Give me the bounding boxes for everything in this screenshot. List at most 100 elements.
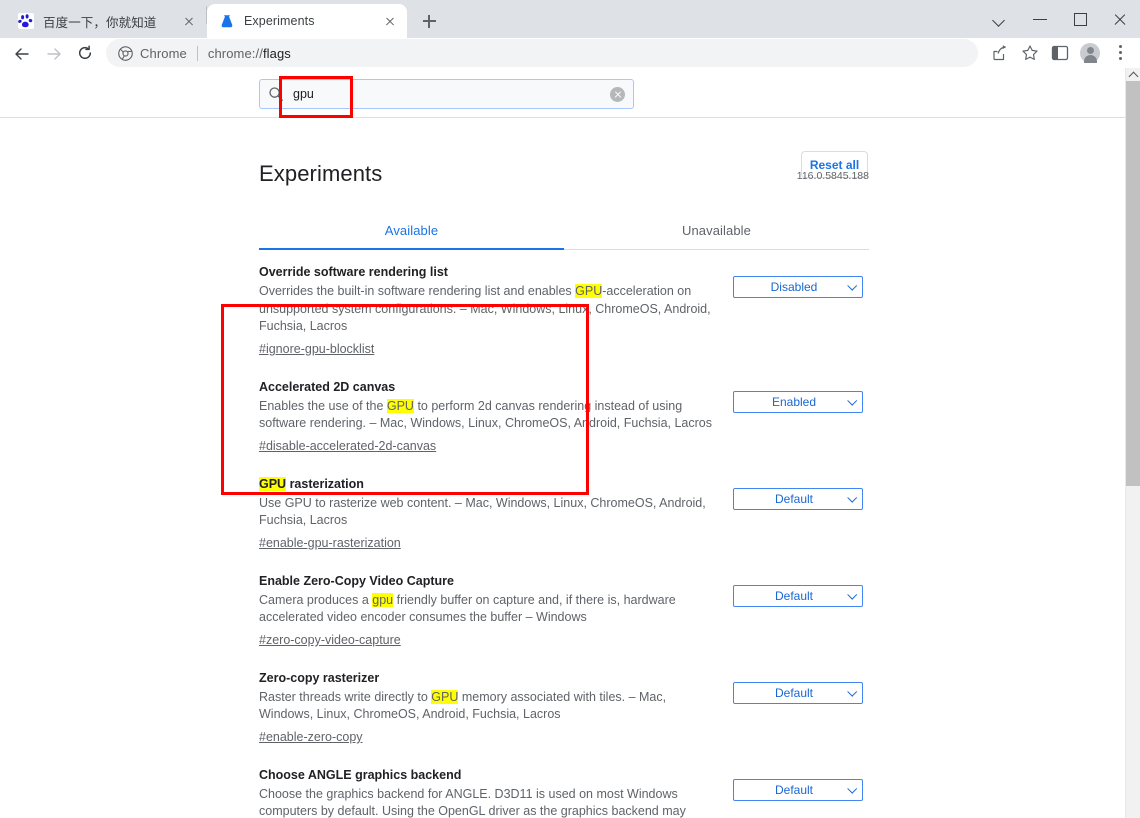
page-title: Experiments [259, 160, 383, 186]
page-title-row: Experiments 116.0.5845.188 [259, 146, 869, 201]
flag-permalink[interactable]: #enable-zero-copy [259, 729, 363, 746]
close-icon[interactable] [180, 12, 198, 30]
omnibox-divider [196, 45, 198, 61]
flag-name: Enable Zero-Copy Video Capture [259, 573, 454, 588]
flag-row: Zero-copy rasterizer Raster threads write… [259, 656, 869, 753]
flags-search-header: Reset all [0, 68, 1140, 178]
flag-text: Accelerated 2D canvas Enables the use of … [259, 379, 719, 455]
flag-name: Zero-copy rasterizer [259, 670, 380, 685]
flag-control: DefaultEnabledDisabled [719, 264, 869, 299]
flag-select-wrapper: DefaultEnabledDisabled [733, 778, 863, 801]
bookmark-star-icon[interactable] [1016, 39, 1044, 67]
flag-select-wrapper: DefaultEnabledDisabled [733, 276, 863, 299]
chrome-badge-label: Chrome [140, 45, 187, 61]
reload-icon [77, 45, 93, 61]
browser-window: 百度一下，你就知道 Experiments Chrome chrome://fl… [0, 0, 1140, 818]
chrome-badge: Chrome [118, 46, 187, 61]
back-button[interactable] [6, 38, 36, 68]
flag-select-wrapper: DefaultEnabledDisabled [733, 584, 863, 607]
close-window-icon[interactable] [1100, 0, 1140, 38]
flag-description: Overrides the built-in software renderin… [259, 284, 711, 334]
search-icon [268, 86, 284, 102]
maximize-icon[interactable] [1060, 0, 1100, 38]
flag-select[interactable]: DefaultEnabledDisabled [733, 778, 863, 801]
scrollbar-thumb[interactable] [1126, 81, 1140, 486]
flags-tablist: Available Unavailable [259, 223, 869, 251]
flag-description: Use GPU to rasterize web content. – Mac,… [259, 495, 706, 528]
flag-text: Choose ANGLE graphics backend Choose the … [259, 767, 719, 818]
flag-permalink[interactable]: #enable-gpu-rasterization [259, 535, 401, 552]
flag-name: Override software rendering list [259, 265, 448, 280]
window-controls [980, 0, 1140, 38]
tab-experiments[interactable]: Experiments [207, 4, 407, 38]
chrome-logo-icon [118, 45, 133, 61]
flag-control: DefaultEnabledDisabled [719, 573, 869, 607]
forward-button[interactable] [38, 38, 68, 68]
flag-name: Accelerated 2D canvas [259, 379, 396, 394]
flag-text: Zero-copy rasterizer Raster threads write… [259, 670, 719, 746]
flag-row: Enable Zero-Copy Video Capture Camera pro… [259, 559, 869, 656]
flag-control: DefaultEnabledDisabled [719, 670, 869, 704]
flag-permalink[interactable]: #ignore-gpu-blocklist [259, 341, 374, 358]
tab-title: 百度一下，你就知道 [43, 15, 157, 30]
flag-row: Choose ANGLE graphics backend Choose the … [259, 753, 869, 818]
flag-description: Raster threads write directly to GPU mem… [259, 689, 667, 722]
avatar [1080, 43, 1100, 63]
baidu-paw-icon [18, 13, 34, 29]
flag-description: Camera produces a gpu friendly buffer on… [259, 592, 676, 625]
tab-baidu[interactable]: 百度一下，你就知道 [6, 4, 206, 38]
new-tab-button[interactable] [415, 7, 443, 35]
flag-name: GPU rasterization [259, 476, 364, 491]
flag-select[interactable]: DefaultEnabledDisabled [733, 584, 863, 607]
back-arrow-icon [14, 46, 29, 60]
flag-text: Override software rendering list Override… [259, 264, 719, 358]
flag-description: Enables the use of the GPU to perform 2d… [259, 398, 712, 431]
search-input[interactable] [293, 87, 610, 101]
tab-title: Experiments [244, 14, 315, 28]
flag-select-wrapper: DefaultEnabledDisabled [733, 681, 863, 704]
side-panel-icon[interactable] [1046, 39, 1074, 67]
flag-select[interactable]: DefaultEnabledDisabled [733, 390, 863, 413]
flags-page: Reset all Experiments 116.0.5845.188 Ava… [0, 68, 1140, 818]
minimize-icon[interactable] [1020, 0, 1060, 38]
flag-list: Override software rendering list Override… [259, 250, 869, 818]
flag-description: Choose the graphics backend for ANGLE. D… [259, 786, 686, 818]
share-icon[interactable] [986, 39, 1014, 67]
tab-available[interactable]: Available [259, 223, 564, 251]
scroll-up-arrow-icon[interactable] [1126, 68, 1140, 81]
flag-select[interactable]: DefaultEnabledDisabled [733, 276, 863, 299]
flag-select[interactable]: DefaultEnabledDisabled [733, 487, 863, 510]
kebab-dots [1119, 45, 1122, 63]
reload-button[interactable] [70, 38, 100, 68]
page-scrollbar[interactable] [1125, 68, 1140, 818]
flag-select-wrapper: DefaultEnabledDisabled [733, 390, 863, 413]
kebab-menu-icon[interactable] [1106, 39, 1134, 67]
clear-icon[interactable] [610, 86, 625, 102]
flag-permalink[interactable]: #disable-accelerated-2d-canvas [259, 438, 436, 455]
flask-icon [219, 13, 235, 29]
profile-avatar[interactable] [1076, 39, 1104, 67]
tab-unavailable[interactable]: Unavailable [564, 223, 869, 249]
browser-toolbar: Chrome chrome://flags [0, 38, 1140, 68]
tab-search-icon[interactable] [980, 0, 1020, 38]
flag-row: Accelerated 2D canvas Enables the use of … [259, 365, 869, 462]
flag-permalink[interactable]: #zero-copy-video-capture [259, 632, 401, 649]
flag-name: Choose ANGLE graphics backend [259, 767, 462, 782]
version-label: 116.0.5845.188 [796, 169, 869, 182]
address-bar[interactable]: Chrome chrome://flags [106, 39, 978, 67]
flag-control: DefaultEnabledDisabled [719, 379, 869, 413]
flag-select[interactable]: DefaultEnabledDisabled [733, 681, 863, 704]
flag-row: Override software rendering list Override… [259, 250, 869, 365]
forward-arrow-icon [46, 46, 61, 60]
search-box[interactable] [259, 79, 634, 109]
tab-strip: 百度一下，你就知道 Experiments [0, 0, 1140, 38]
close-icon[interactable] [381, 12, 399, 30]
flag-text: Enable Zero-Copy Video Capture Camera pro… [259, 573, 719, 649]
flag-text: GPU rasterization Use GPU to rasterize we… [259, 476, 719, 552]
flag-row: GPU rasterization Use GPU to rasterize we… [259, 462, 869, 559]
flag-select-wrapper: DefaultEnabledDisabled [733, 487, 863, 510]
flags-content: Experiments 116.0.5845.188 Available Una… [0, 118, 1125, 818]
flag-control: DefaultEnabledDisabled [719, 476, 869, 510]
omnibox-url: chrome://flags [207, 45, 291, 61]
toolbar-actions [984, 39, 1134, 67]
